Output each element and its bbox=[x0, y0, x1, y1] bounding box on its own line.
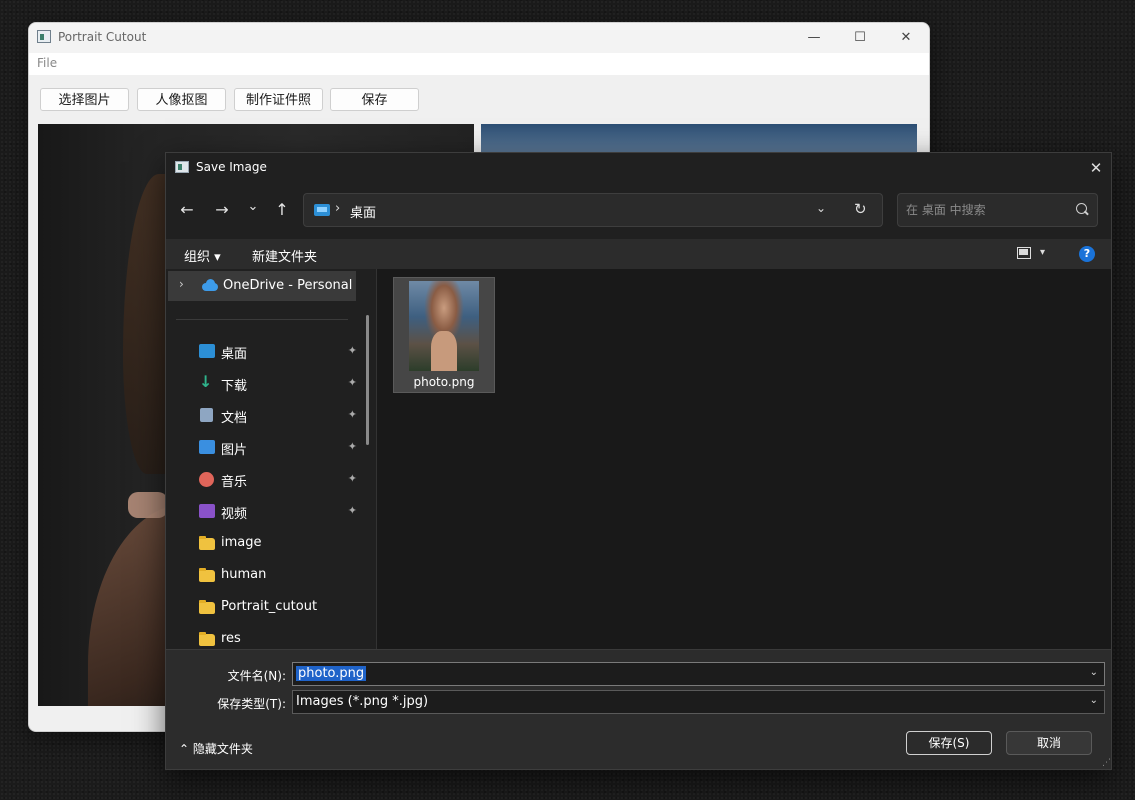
dialog-save-button[interactable]: 保存(S) bbox=[906, 731, 992, 755]
download-icon: ↓ bbox=[199, 372, 213, 391]
filename-value[interactable]: photo.png bbox=[296, 666, 367, 681]
file-item[interactable]: photo.png bbox=[393, 277, 495, 393]
minimize-button[interactable]: — bbox=[791, 23, 837, 53]
main-titlebar[interactable]: Portrait Cutout — ☐ ✕ bbox=[29, 23, 929, 53]
select-image-button[interactable]: 选择图片 bbox=[40, 88, 129, 111]
forward-button[interactable]: → bbox=[210, 198, 234, 222]
dialog-titlebar[interactable]: Save Image ✕ bbox=[166, 153, 1111, 183]
nav-item-music[interactable]: 音乐 ✦ bbox=[199, 465, 359, 495]
filetype-label: 保存类型(T): bbox=[217, 697, 286, 711]
nav-item-desktop[interactable]: 桌面 ✦ bbox=[199, 337, 359, 367]
command-bar: 组织 ▾ 新建文件夹 ▾ ? bbox=[166, 239, 1111, 269]
dialog-cancel-button[interactable]: 取消 bbox=[1006, 731, 1092, 755]
nav-item-human-folder[interactable]: human bbox=[199, 561, 359, 591]
desktop-icon bbox=[199, 344, 215, 358]
new-folder-button[interactable]: 新建文件夹 bbox=[252, 246, 317, 265]
desktop-folder-icon bbox=[314, 204, 330, 216]
nav-label: 桌面 bbox=[221, 347, 248, 362]
organize-menu[interactable]: 组织 ▾ bbox=[184, 246, 221, 265]
nav-label: 视频 bbox=[221, 507, 248, 522]
maximize-button[interactable]: ☐ bbox=[837, 23, 883, 53]
nav-label: image bbox=[221, 535, 262, 550]
breadcrumb-location[interactable]: 桌面 bbox=[350, 202, 376, 221]
pictures-icon bbox=[199, 440, 215, 454]
address-bar[interactable]: › 桌面 ⌄ ↻ bbox=[303, 193, 883, 227]
address-dropdown-icon[interactable]: ⌄ bbox=[816, 201, 826, 215]
hide-folders-toggle[interactable]: ⌃ 隐藏文件夹 bbox=[179, 740, 253, 757]
file-thumbnail bbox=[409, 281, 479, 371]
file-list-pane: photo.png bbox=[377, 269, 1111, 649]
resize-grip-icon[interactable]: ⋰ bbox=[1102, 758, 1111, 768]
nav-label: res bbox=[221, 631, 241, 646]
folder-icon bbox=[199, 568, 215, 582]
search-input[interactable] bbox=[906, 201, 1066, 219]
pin-icon: ✦ bbox=[347, 344, 357, 357]
nav-label: Portrait_cutout bbox=[221, 599, 318, 614]
nav-label: human bbox=[221, 567, 267, 582]
nav-label: 音乐 bbox=[221, 475, 248, 490]
breadcrumb-separator[interactable]: › bbox=[335, 201, 340, 216]
filename-dropdown-icon[interactable]: ⌄ bbox=[1090, 667, 1098, 678]
nav-item-documents[interactable]: 文档 ✦ bbox=[199, 401, 359, 431]
nav-item-videos[interactable]: 视频 ✦ bbox=[199, 497, 359, 527]
nav-scrollbar[interactable] bbox=[366, 315, 369, 445]
filetype-value[interactable]: Images (*.png *.jpg) bbox=[296, 694, 428, 709]
make-id-photo-button[interactable]: 制作证件照 bbox=[234, 88, 323, 111]
menubar: File bbox=[29, 53, 929, 75]
search-box[interactable] bbox=[897, 193, 1098, 227]
nav-label: 文档 bbox=[221, 411, 248, 426]
nav-label: 图片 bbox=[221, 443, 248, 458]
view-dropdown-icon[interactable]: ▾ bbox=[1040, 247, 1045, 258]
dialog-app-icon bbox=[175, 161, 189, 173]
pin-icon: ✦ bbox=[347, 440, 357, 453]
pin-icon: ✦ bbox=[347, 408, 357, 421]
pin-icon: ✦ bbox=[347, 504, 357, 517]
refresh-icon[interactable]: ↻ bbox=[854, 200, 867, 218]
onedrive-label: OneDrive - Personal bbox=[223, 278, 353, 293]
nav-item-image-folder[interactable]: image bbox=[199, 529, 359, 559]
back-button[interactable]: ← bbox=[175, 198, 199, 222]
main-window-title: Portrait Cutout bbox=[58, 30, 147, 44]
nav-item-onedrive[interactable]: › OneDrive - Personal bbox=[168, 271, 356, 301]
nav-item-downloads[interactable]: ↓ 下载 ✦ bbox=[199, 369, 359, 399]
filename-label: 文件名(N): bbox=[227, 669, 286, 683]
recent-locations-button[interactable]: ⌄ bbox=[241, 195, 265, 219]
save-image-dialog: Save Image ✕ ← → ⌄ ↑ › 桌面 ⌄ ↻ 组织 ▾ 新建文件夹… bbox=[165, 152, 1112, 770]
menu-file[interactable]: File bbox=[37, 56, 57, 70]
folder-icon bbox=[199, 600, 215, 614]
close-button[interactable]: ✕ bbox=[883, 23, 929, 53]
expand-chevron-icon[interactable]: › bbox=[179, 277, 184, 291]
filetype-select[interactable]: Images (*.png *.jpg) ⌄ bbox=[292, 690, 1105, 714]
dialog-title: Save Image bbox=[196, 160, 267, 174]
up-button[interactable]: ↑ bbox=[270, 198, 294, 222]
music-icon bbox=[199, 472, 214, 487]
folder-icon bbox=[199, 632, 215, 646]
help-icon[interactable]: ? bbox=[1079, 246, 1095, 262]
pin-icon: ✦ bbox=[347, 472, 357, 485]
search-icon[interactable] bbox=[1076, 203, 1087, 214]
nav-item-portrait-cutout-folder[interactable]: Portrait_cutout bbox=[199, 593, 359, 623]
folder-icon bbox=[199, 536, 215, 550]
document-icon bbox=[200, 408, 213, 422]
filename-field[interactable]: photo.png ⌄ bbox=[292, 662, 1105, 686]
video-icon bbox=[199, 504, 215, 518]
nav-divider bbox=[176, 319, 348, 320]
portrait-hand bbox=[128, 492, 168, 518]
dialog-close-button[interactable]: ✕ bbox=[1081, 153, 1111, 183]
onedrive-cloud-icon bbox=[202, 279, 218, 291]
nav-label: 下载 bbox=[221, 379, 248, 394]
dialog-footer: 文件名(N): photo.png ⌄ 保存类型(T): Images (*.p… bbox=[166, 649, 1111, 769]
save-button[interactable]: 保存 bbox=[330, 88, 419, 111]
portrait-cutout-button[interactable]: 人像抠图 bbox=[137, 88, 226, 111]
file-name: photo.png bbox=[413, 375, 475, 389]
filetype-dropdown-icon[interactable]: ⌄ bbox=[1090, 695, 1098, 706]
pin-icon: ✦ bbox=[347, 376, 357, 389]
view-mode-icon[interactable] bbox=[1017, 247, 1031, 259]
app-icon bbox=[37, 30, 51, 43]
navigation-pane: › OneDrive - Personal 桌面 ✦ ↓ 下载 ✦ 文档 ✦ 图… bbox=[166, 269, 376, 649]
nav-item-pictures[interactable]: 图片 ✦ bbox=[199, 433, 359, 463]
